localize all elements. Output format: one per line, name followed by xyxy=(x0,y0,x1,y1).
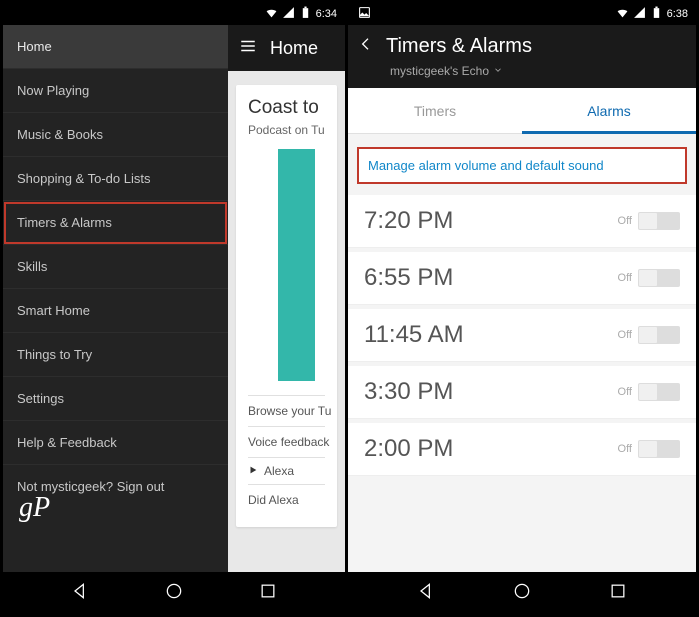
drawer-item-home[interactable]: Home xyxy=(3,25,228,69)
card-alexa-row[interactable]: Alexa xyxy=(248,457,325,484)
battery-icon xyxy=(650,6,663,22)
right-header-title: Timers & Alarms xyxy=(386,35,532,58)
toggle-switch[interactable] xyxy=(638,269,680,287)
toggle-switch[interactable] xyxy=(638,440,680,458)
toggle-switch[interactable] xyxy=(638,383,680,401)
nav-drawer: Home Now Playing Music & Books Shopping … xyxy=(3,25,228,572)
statusbar-right: 6:38 xyxy=(348,3,696,25)
tab-alarms[interactable]: Alarms xyxy=(522,88,696,133)
toggle-switch[interactable] xyxy=(638,326,680,344)
alarm-time: 3:30 PM xyxy=(364,378,453,406)
left-body: Home Now Playing Music & Books Shopping … xyxy=(3,25,345,572)
statusbar-time: 6:38 xyxy=(667,8,688,20)
card-voice-feedback: Voice feedback xyxy=(248,426,325,457)
drawer-item-help-feedback[interactable]: Help & Feedback xyxy=(3,421,228,465)
nav-back-icon[interactable] xyxy=(70,581,90,606)
alarm-time: 7:20 PM xyxy=(364,207,453,235)
signal-icon xyxy=(282,6,295,22)
phone-left: 6:34 Home Now Playing Music & Books Shop… xyxy=(3,3,348,614)
card-alexa-label: Alexa xyxy=(264,464,294,478)
nav-back-icon[interactable] xyxy=(416,581,436,606)
left-header-title: Home xyxy=(270,38,318,59)
statusbar-time: 6:34 xyxy=(316,8,337,20)
phone-right: 6:38 Timers & Alarms mysticgeek's Echo T… xyxy=(348,3,696,614)
drawer-item-things-to-try[interactable]: Things to Try xyxy=(3,333,228,377)
statusbar-left: 6:34 xyxy=(3,3,345,25)
toggle-switch[interactable] xyxy=(638,212,680,230)
drawer-item-smart-home[interactable]: Smart Home xyxy=(3,289,228,333)
alarm-toggle-group: Off xyxy=(618,440,680,458)
alarm-time: 6:55 PM xyxy=(364,264,453,292)
alarm-row[interactable]: 3:30 PM Off xyxy=(348,366,696,419)
right-body: Timers & Alarms mysticgeek's Echo Timers… xyxy=(348,25,696,572)
right-app-header: Timers & Alarms mysticgeek's Echo xyxy=(348,25,696,88)
nav-home-icon[interactable] xyxy=(512,581,532,606)
battery-icon xyxy=(299,6,312,22)
drawer-item-music-books[interactable]: Music & Books xyxy=(3,113,228,157)
left-content-peek: Home Coast to Podcast on Tu Browse your … xyxy=(228,25,345,572)
toggle-label: Off xyxy=(618,386,632,398)
alarm-row[interactable]: 7:20 PM Off xyxy=(348,195,696,248)
nav-recent-icon[interactable] xyxy=(258,581,278,606)
alarm-row[interactable]: 6:55 PM Off xyxy=(348,252,696,305)
drawer-item-now-playing[interactable]: Now Playing xyxy=(3,69,228,113)
alarm-toggle-group: Off xyxy=(618,383,680,401)
hamburger-icon[interactable] xyxy=(238,37,258,60)
card-browse-link[interactable]: Browse your Tu xyxy=(248,395,325,426)
toggle-label: Off xyxy=(618,443,632,455)
drawer-item-settings[interactable]: Settings xyxy=(3,377,228,421)
android-navbar-right xyxy=(348,572,696,614)
toggle-label: Off xyxy=(618,329,632,341)
tabs: Timers Alarms xyxy=(348,88,696,134)
picture-icon xyxy=(358,6,371,22)
wifi-icon xyxy=(265,6,278,22)
device-selector[interactable]: mysticgeek's Echo xyxy=(390,64,682,78)
manage-alarm-volume-link[interactable]: Manage alarm volume and default sound xyxy=(358,148,686,183)
left-app-header: Home xyxy=(228,25,345,71)
nav-recent-icon[interactable] xyxy=(608,581,628,606)
card-artwork xyxy=(278,149,315,381)
home-card: Coast to Podcast on Tu Browse your Tu Vo… xyxy=(236,85,337,527)
drawer-item-timers-alarms[interactable]: Timers & Alarms xyxy=(3,201,228,245)
card-title: Coast to xyxy=(248,97,325,119)
nav-home-icon[interactable] xyxy=(164,581,184,606)
drawer-item-skills[interactable]: Skills xyxy=(3,245,228,289)
drawer-item-shopping-todo[interactable]: Shopping & To-do Lists xyxy=(3,157,228,201)
tab-timers[interactable]: Timers xyxy=(348,88,522,133)
alarm-time: 2:00 PM xyxy=(364,435,453,463)
device-name: mysticgeek's Echo xyxy=(390,64,489,78)
card-subtitle: Podcast on Tu xyxy=(248,123,325,137)
alarm-toggle-group: Off xyxy=(618,326,680,344)
alarm-list: 7:20 PM Off 6:55 PM Off 11:45 AM Off xyxy=(348,195,696,572)
signal-icon xyxy=(633,6,646,22)
back-icon[interactable] xyxy=(358,36,374,57)
toggle-label: Off xyxy=(618,215,632,227)
alarm-row[interactable]: 11:45 AM Off xyxy=(348,309,696,362)
alarm-toggle-group: Off xyxy=(618,269,680,287)
alarm-time: 11:45 AM xyxy=(364,321,464,349)
drawer-signout[interactable]: Not mysticgeek? Sign out xyxy=(3,465,228,508)
play-icon xyxy=(248,464,258,478)
alarm-row[interactable]: 2:00 PM Off xyxy=(348,423,696,476)
card-did-alexa: Did Alexa xyxy=(248,484,325,515)
android-navbar-left xyxy=(3,572,345,614)
chevron-down-icon xyxy=(493,64,503,78)
alarm-toggle-group: Off xyxy=(618,212,680,230)
wifi-icon xyxy=(616,6,629,22)
toggle-label: Off xyxy=(618,272,632,284)
